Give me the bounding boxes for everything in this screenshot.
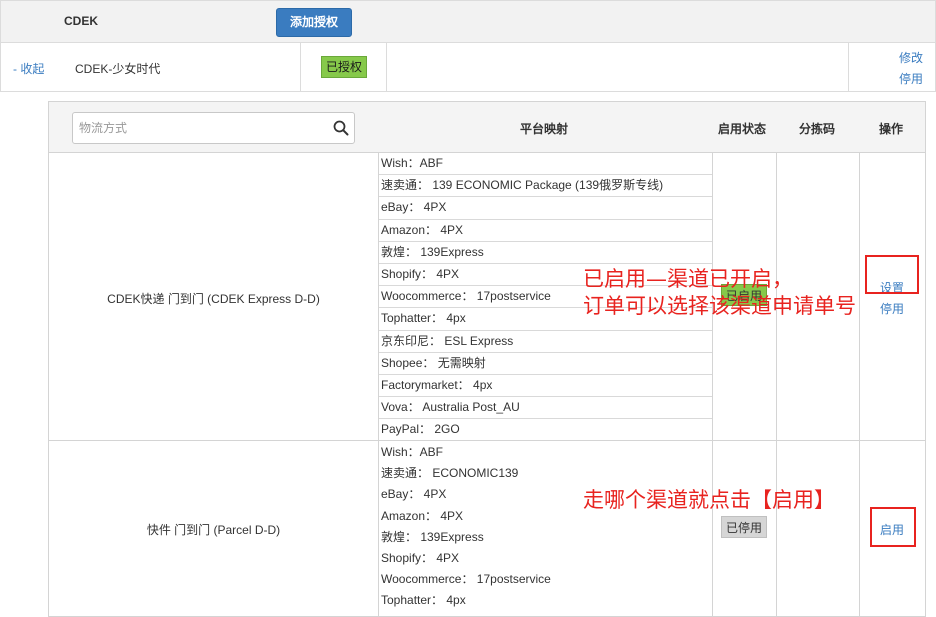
disable-account-link[interactable]: 停用 (899, 70, 923, 87)
carrier-header: CDEK 添加授权 (0, 0, 936, 42)
column-header-actions: 操作 (879, 122, 904, 136)
platform-mapping-list: Wish：ABF 速卖通： ECONOMIC139 eBay： 4PX Amaz… (379, 442, 712, 612)
channel-table: 平台映射 启用状态 分拣码 操作 CDEK快递 门到门 (CDEK Expres… (48, 101, 926, 617)
column-divider (386, 43, 387, 91)
mapping-item: Woocommerce： 17postservice (381, 572, 551, 587)
status-badge: 已停用 (721, 516, 768, 538)
mapping-item: 速卖通： ECONOMIC139 (381, 466, 519, 481)
column-header-sort-code: 分拣码 (799, 122, 836, 136)
settings-highlight-box (865, 255, 919, 294)
mapping-item: 敦煌： 139Express (379, 242, 712, 264)
column-divider (859, 153, 860, 617)
authorization-status-badge: 已授权 (321, 56, 368, 78)
account-row: - 收起 CDEK-少女时代 已授权 修改 停用 (0, 42, 936, 92)
search-icon[interactable] (333, 120, 349, 136)
mapping-item: eBay： 4PX (379, 197, 712, 220)
mapping-item: 京东印尼： ESL Express (379, 331, 712, 353)
annotation-enabled-line2: 订单可以选择该渠道申请单号 (583, 294, 856, 318)
mapping-item: Tophatter： 4px (381, 593, 466, 608)
mapping-item: PayPal： 2GO (381, 422, 460, 437)
mapping-item: Vova： Australia Post_AU (379, 397, 712, 420)
collapse-link[interactable]: - 收起 (13, 60, 44, 77)
add-authorization-button[interactable]: 添加授权 (276, 8, 352, 37)
search-input[interactable] (79, 118, 324, 138)
column-header-mapping: 平台映射 (520, 122, 569, 136)
edit-account-link[interactable]: 修改 (899, 49, 923, 66)
channel-name: CDEK快递 门到门 (CDEK Express D-D) (107, 292, 320, 306)
mapping-item: Wish：ABF (379, 153, 712, 176)
column-divider (712, 153, 713, 617)
account-name: CDEK-少女时代 (75, 62, 161, 76)
column-divider (776, 153, 777, 617)
channel-name: 快件 门到门 (Parcel D-D) (146, 523, 281, 537)
table-header: 平台映射 启用状态 分拣码 操作 (49, 102, 925, 153)
search-box (72, 112, 355, 144)
mapping-item: Wish：ABF (381, 445, 444, 459)
enable-highlight-box (870, 507, 916, 547)
mapping-item: Amazon： 4PX (379, 220, 712, 242)
mapping-item: Shopee： 无需映射 (379, 353, 712, 375)
carrier-name: CDEK (64, 14, 99, 28)
disable-channel-link[interactable]: 停用 (880, 300, 904, 317)
mapping-item: 敦煌： 139Express (381, 529, 484, 544)
mapping-item: Shopify： 4PX (381, 550, 460, 565)
column-divider (300, 43, 301, 91)
column-header-status: 启用状态 (718, 122, 767, 136)
annotation-enable-hint: 走哪个渠道就点击【启用】 (583, 488, 835, 512)
annotation-enabled-line1: 已启用—渠道已开启， (583, 267, 793, 291)
column-divider (848, 43, 849, 91)
mapping-item: 速卖通： 139 ECONOMIC Package (139俄罗斯专线) (379, 175, 712, 198)
mapping-item: Factorymarket： 4px (379, 375, 712, 398)
row-divider (49, 440, 925, 441)
